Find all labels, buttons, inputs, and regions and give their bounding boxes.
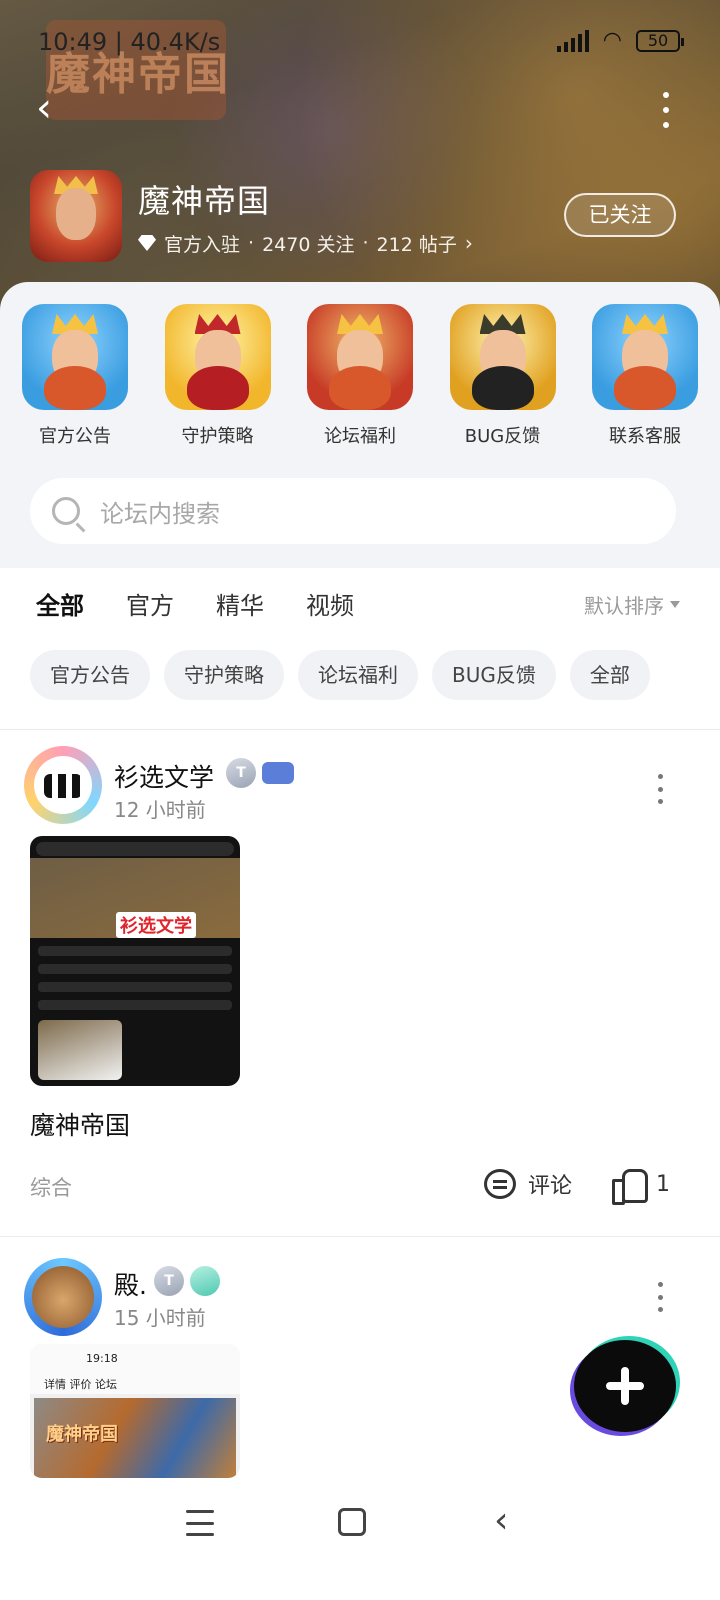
back-icon[interactable]: ‹ [494,1503,514,1539]
battery-icon: 50 [636,29,684,52]
flame-badge-icon [190,1266,220,1296]
image-tabs: 详情 评价 论坛 [44,1378,117,1391]
chip-bug-report[interactable]: BUG反馈 [432,650,556,700]
post-time: 12 小时前 [114,798,206,822]
system-navigation-bar: ‹ [0,1480,720,1600]
category-tabs: 全部 官方 精华 视频 默认排序 [0,586,720,630]
image-time: 19:18 [86,1352,118,1365]
signal-icon [556,29,589,52]
status-bar: 10:49 | 40.4K/s ◠ 50 [0,24,720,64]
post-author[interactable]: 衫选文学 [114,758,214,794]
like-count: 1 [656,1171,670,1197]
post-image[interactable]: 19:18 详情 评价 论坛 魔神帝国 [30,1344,240,1478]
tab-featured[interactable]: 精华 [216,586,264,621]
shortcut-official-notice[interactable]: 官方公告 [22,304,128,448]
shortcut-label: 论坛福利 [324,426,396,447]
shortcut-strategy[interactable]: 守护策略 [164,304,271,448]
image-title: 魔神帝国 [46,1424,118,1445]
diamond-icon [138,235,156,251]
game-title: 魔神帝国 [138,181,271,220]
shortcut-list: 官方公告 守护策略 论坛福利 BUG反馈 联系客服 [22,304,698,448]
dot [663,122,669,128]
avatar[interactable] [24,1258,102,1336]
tab-all[interactable]: 全部 [36,586,84,621]
member-badge-icon [262,762,294,784]
thumbs-up-icon [612,1169,648,1205]
post-actions: 评论 1 [483,1168,670,1205]
menu-icon[interactable] [186,1510,214,1536]
post-title[interactable]: 魔神帝国 [30,1106,130,1142]
shortcut-panel: 官方公告 守护策略 论坛福利 BUG反馈 联系客服 论坛内搜索 [0,282,720,568]
more-options-button[interactable] [656,92,676,128]
caret-down-icon [670,601,680,608]
divider [0,729,720,730]
chevron-left-icon: ‹ [36,85,52,131]
shortcut-label: 联系客服 [609,426,681,447]
post-tag[interactable]: 综合 [30,1172,72,1202]
chevron-right-icon: › [464,231,473,255]
level-badge-icon: T [154,1266,184,1296]
comment-label: 评论 [527,1174,572,1199]
game-info: 魔神帝国 官方入驻 · 2470 关注 · 212 帖子 › [30,170,473,262]
official-label: 官方入驻 [164,233,241,256]
shortcut-label: 守护策略 [181,426,254,447]
avatar[interactable] [24,746,102,824]
post-image[interactable]: 衫选文学 [30,836,240,1086]
level-badge-icon: T [226,758,256,788]
divider [0,1236,720,1237]
tab-video[interactable]: 视频 [306,586,354,621]
tab-official[interactable]: 官方 [126,586,174,621]
post-time: 15 小时前 [114,1306,206,1330]
wifi-icon: ◠ [602,28,622,53]
search-placeholder: 论坛内搜索 [100,499,220,528]
chip-official-notice[interactable]: 官方公告 [30,650,150,700]
status-time: 10:49 | 40.4K/s [38,28,221,56]
post-author[interactable]: 殿. [114,1266,147,1302]
meta-separator: · [248,232,255,254]
image-overlay-text: 衫选文学 [116,912,196,938]
shortcut-label: 官方公告 [39,426,111,447]
chip-all[interactable]: 全部 [569,650,650,700]
post-more-button[interactable] [656,774,664,804]
chip-strategy[interactable]: 守护策略 [164,650,284,700]
warrior-avatar-icon [164,304,271,410]
posts-count: 212 帖子 [376,233,457,256]
forum-page: 魔神帝国 10:49 | 40.4K/s ◠ 50 ‹ 魔神帝国 官方入驻 · … [0,0,720,1600]
filter-chips: 官方公告 守护策略 论坛福利 BUG反馈 全部 [30,650,650,700]
followers-count: 2470 关注 [262,233,355,256]
post-more-button[interactable] [656,1282,664,1312]
search-icon [52,497,80,525]
back-button[interactable]: ‹ [36,88,76,128]
dot [663,107,669,113]
sort-label: 默认排序 [584,594,664,618]
shortcut-label: BUG反馈 [464,426,541,447]
comment-button[interactable]: 评论 [483,1168,572,1200]
king-avatar-icon [307,304,413,410]
shortcut-bug-report[interactable]: BUG反馈 [449,304,556,448]
post-card[interactable]: 衫选文学 T 12 小时前 衫选文学 魔神帝国 综合 评论 1 [0,744,720,1234]
create-post-button[interactable] [574,1340,676,1432]
king-avatar-icon [592,304,698,410]
shortcut-welfare[interactable]: 论坛福利 [307,304,413,448]
shortcut-customer-service[interactable]: 联系客服 [592,304,698,448]
game-meta[interactable]: 官方入驻 · 2470 关注 · 212 帖子 › [138,230,473,257]
search-input[interactable]: 论坛内搜索 [30,478,676,544]
meta-separator: · [362,232,369,254]
home-icon[interactable] [338,1508,366,1536]
status-icons: ◠ 50 [556,28,684,53]
follow-button[interactable]: 已关注 [564,193,676,237]
dot [663,92,669,98]
king-avatar-icon [22,304,128,410]
chip-welfare[interactable]: 论坛福利 [298,650,418,700]
game-app-icon[interactable] [30,170,122,262]
like-button[interactable]: 1 [612,1169,670,1205]
sort-dropdown[interactable]: 默认排序 [584,590,680,619]
comment-icon [483,1169,516,1199]
general-avatar-icon [449,304,556,410]
